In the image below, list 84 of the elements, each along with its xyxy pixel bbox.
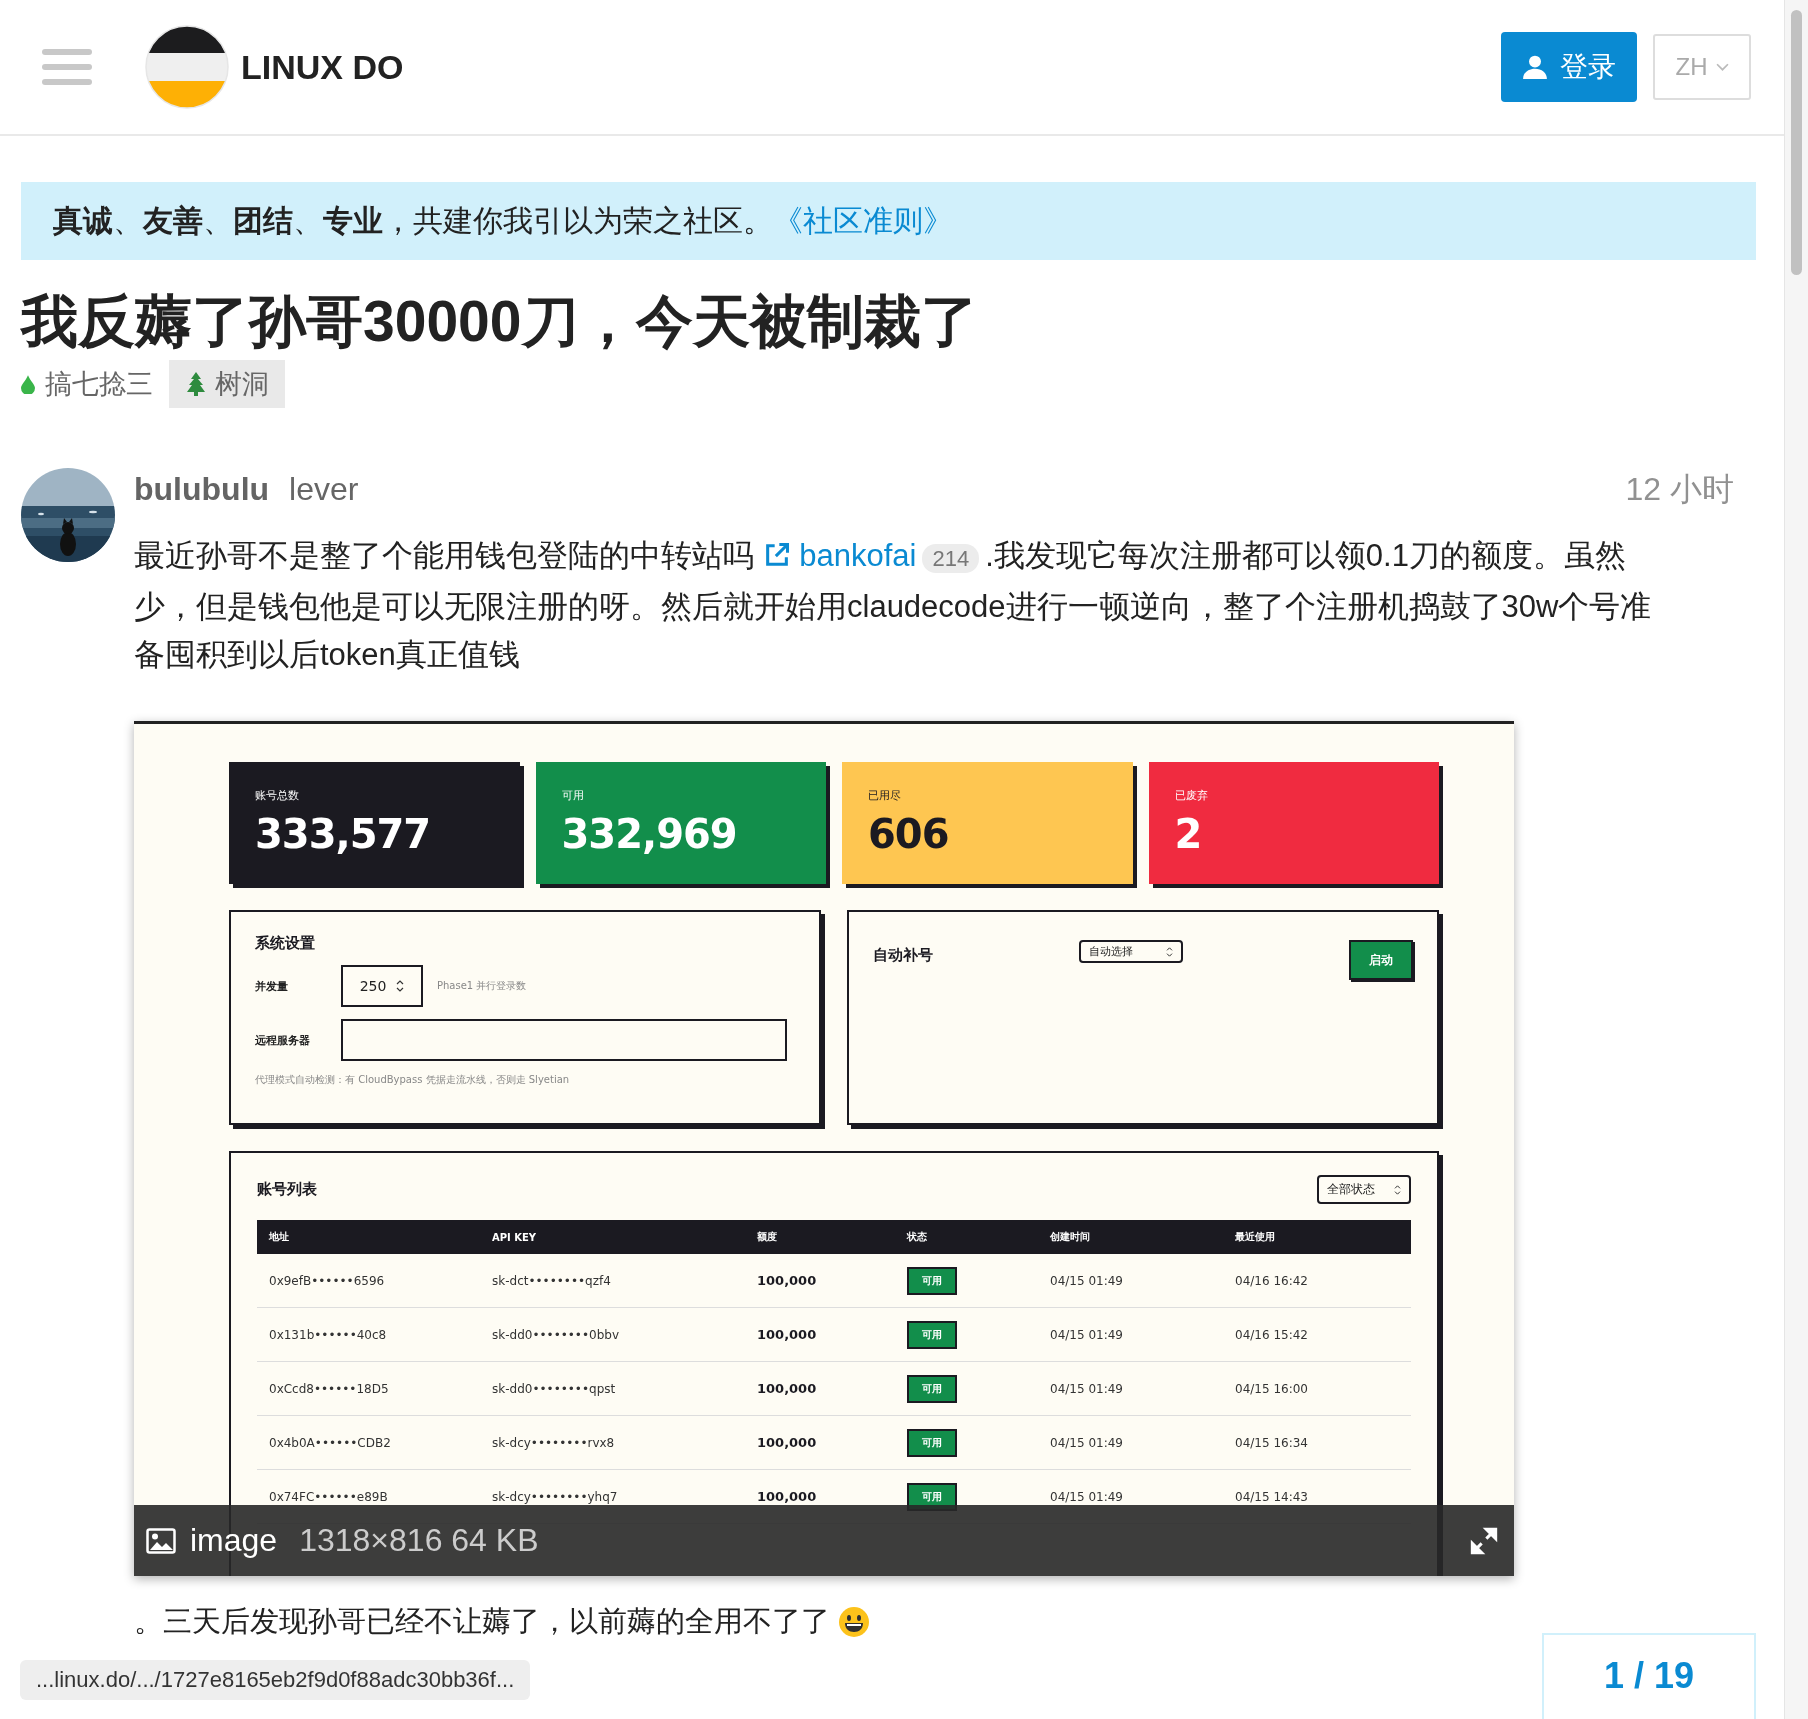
field-label: 远程服务器 xyxy=(255,1032,311,1048)
column-header: 状态 xyxy=(907,1230,928,1244)
panel-title: 账号列表 xyxy=(257,1180,317,1199)
login-button[interactable]: 登录 xyxy=(1501,32,1637,102)
select-arrows-icon xyxy=(1166,946,1173,957)
table-cell-text: 100,000 xyxy=(757,1273,818,1288)
status-filter[interactable]: 全部状态 xyxy=(1317,1175,1411,1204)
stat-label: 已废弃 xyxy=(1174,788,1209,803)
table-cell-text: 100,000 xyxy=(757,1489,818,1504)
table-cell-text: 04/15 01:49 xyxy=(1050,1489,1124,1504)
image-icon xyxy=(146,1527,176,1554)
table-cell-text: 0x4b0A••••••CDB2 xyxy=(269,1435,392,1450)
table-cell-text: 0xCcd8••••••18D5 xyxy=(269,1381,390,1396)
table-cell-text: 04/16 15:42 xyxy=(1235,1327,1309,1342)
table-cell-text: 0x131b••••••40c8 xyxy=(269,1327,388,1342)
table-cell-text: 04/15 01:49 xyxy=(1050,1327,1124,1342)
column-header: 额度 xyxy=(757,1230,778,1244)
column-header: 创建时间 xyxy=(1050,1230,1091,1244)
status-badge: 可用 xyxy=(907,1266,957,1295)
table-cell-text: 04/15 01:49 xyxy=(1050,1381,1124,1396)
start-button[interactable]: 启动 xyxy=(1349,940,1413,980)
user-title: lever xyxy=(289,471,359,508)
user-icon xyxy=(1522,54,1548,80)
site-name[interactable]: LINUX DO xyxy=(241,47,404,87)
post-time[interactable]: 12 小时 xyxy=(1625,468,1734,512)
table-cell-text: sk-dcy••••••••rvx8 xyxy=(492,1435,616,1450)
input-field[interactable] xyxy=(341,1019,787,1061)
table-cell-text: 04/15 14:43 xyxy=(1235,1489,1309,1504)
image-name: image xyxy=(190,1522,278,1559)
stat-label: 已用尽 xyxy=(868,788,902,803)
settings-note: 代理模式自动检测：有 CloudBypass 凭据走流水线，否则走 Slyetian xyxy=(255,1073,571,1087)
table-cell-text: 04/16 16:42 xyxy=(1235,1273,1309,1288)
chevron-down-icon xyxy=(1715,62,1729,72)
number-field[interactable]: 250 xyxy=(341,965,423,1007)
table-cell-text: sk-dd0••••••••0bbv xyxy=(492,1327,620,1342)
column-header: 最近使用 xyxy=(1235,1230,1276,1244)
status-url: ...linux.do/.../1727e8165eb2f9d0f88adc30bb36f... xyxy=(20,1660,531,1700)
table-cell-text: 100,000 xyxy=(757,1435,818,1450)
column-header: 地址 xyxy=(269,1230,290,1244)
table-cell-text: 100,000 xyxy=(757,1327,818,1342)
panel-title: 系统设置 xyxy=(255,934,316,953)
expand-icon[interactable] xyxy=(1470,1526,1498,1555)
table-cell-text: 04/15 16:00 xyxy=(1235,1381,1309,1396)
field-label: 并发量 xyxy=(255,978,289,994)
table-cell-text: 04/15 01:49 xyxy=(1050,1273,1124,1288)
table-cell-text: 04/15 01:49 xyxy=(1050,1435,1124,1450)
stat-value: 333,577 xyxy=(255,811,432,857)
select-arrows-icon xyxy=(1394,1184,1401,1195)
external-link[interactable]: bankofai xyxy=(762,538,917,573)
status-badge: 可用 xyxy=(907,1374,957,1403)
tree-icon xyxy=(185,372,207,396)
status-badge: 可用 xyxy=(907,1428,957,1457)
table-cell-text: sk-dcy••••••••yhq7 xyxy=(492,1489,619,1504)
table-cell-text: 04/15 16:34 xyxy=(1235,1435,1309,1450)
stat-label: 可用 xyxy=(561,788,585,803)
banner-text: 真诚、友善、团结、专业，共建你我引以为荣之社区。《社区准则》 xyxy=(53,202,953,239)
table-cell-text: 0x74FC••••••e89B xyxy=(269,1489,389,1504)
stepper-icon xyxy=(396,980,405,992)
select-field[interactable]: 自动选择 xyxy=(1079,940,1183,963)
username[interactable]: bulubulu xyxy=(134,471,270,508)
status-badge: 可用 xyxy=(907,1320,957,1349)
post-text: 。三天后发现孙哥已经不让薅了，以前薅的全用不了了 xyxy=(134,1604,830,1639)
table-cell-text: 100,000 xyxy=(757,1381,818,1396)
table-cell-text: 0x9efB••••••6596 xyxy=(269,1273,386,1288)
stat-label: 账号总数 xyxy=(255,788,300,803)
table-cell-text: sk-dct••••••••qzf4 xyxy=(492,1273,612,1288)
stat-value: 606 xyxy=(868,811,950,857)
stat-value: 332,969 xyxy=(561,811,738,857)
click-count: 214 xyxy=(922,544,980,573)
image-card[interactable] xyxy=(134,721,1514,1576)
panel-title: 自动补号 xyxy=(873,946,934,965)
post-counter: 1 / 19 xyxy=(1603,1655,1695,1698)
image-meta: 1318×816 64 KB xyxy=(299,1522,539,1559)
logo-icon[interactable] xyxy=(145,25,229,109)
field-hint: Phase1 并行登录数 xyxy=(437,979,527,993)
category-link[interactable]: 搞七捻三 xyxy=(21,366,153,402)
topic-title: 我反薅了孙哥30000刀，今天被制裁了 xyxy=(21,288,979,355)
stat-value: 2 xyxy=(1174,811,1203,857)
tag-chip[interactable]: 树洞 xyxy=(169,360,285,408)
guidelines-link[interactable]: 《社区准则》 xyxy=(773,203,953,237)
post-text: 最近孙哥不是整了个能用钱包登陆的中转站吗 bankofai 214 .我发现它每次注册都可以领0.1刀的额度。虽然少，但是钱包他是可以无限注册的呀。然后就开始用claudecode进行一顿逆向，整了个注册机捣鼓了30w个号准备囤积到以后token真正值钱 xyxy=(134,537,1653,674)
column-header: API KEY xyxy=(492,1231,538,1243)
table-cell-text: sk-dd0••••••••qpst xyxy=(492,1381,617,1396)
smiley-icon xyxy=(838,1606,870,1638)
